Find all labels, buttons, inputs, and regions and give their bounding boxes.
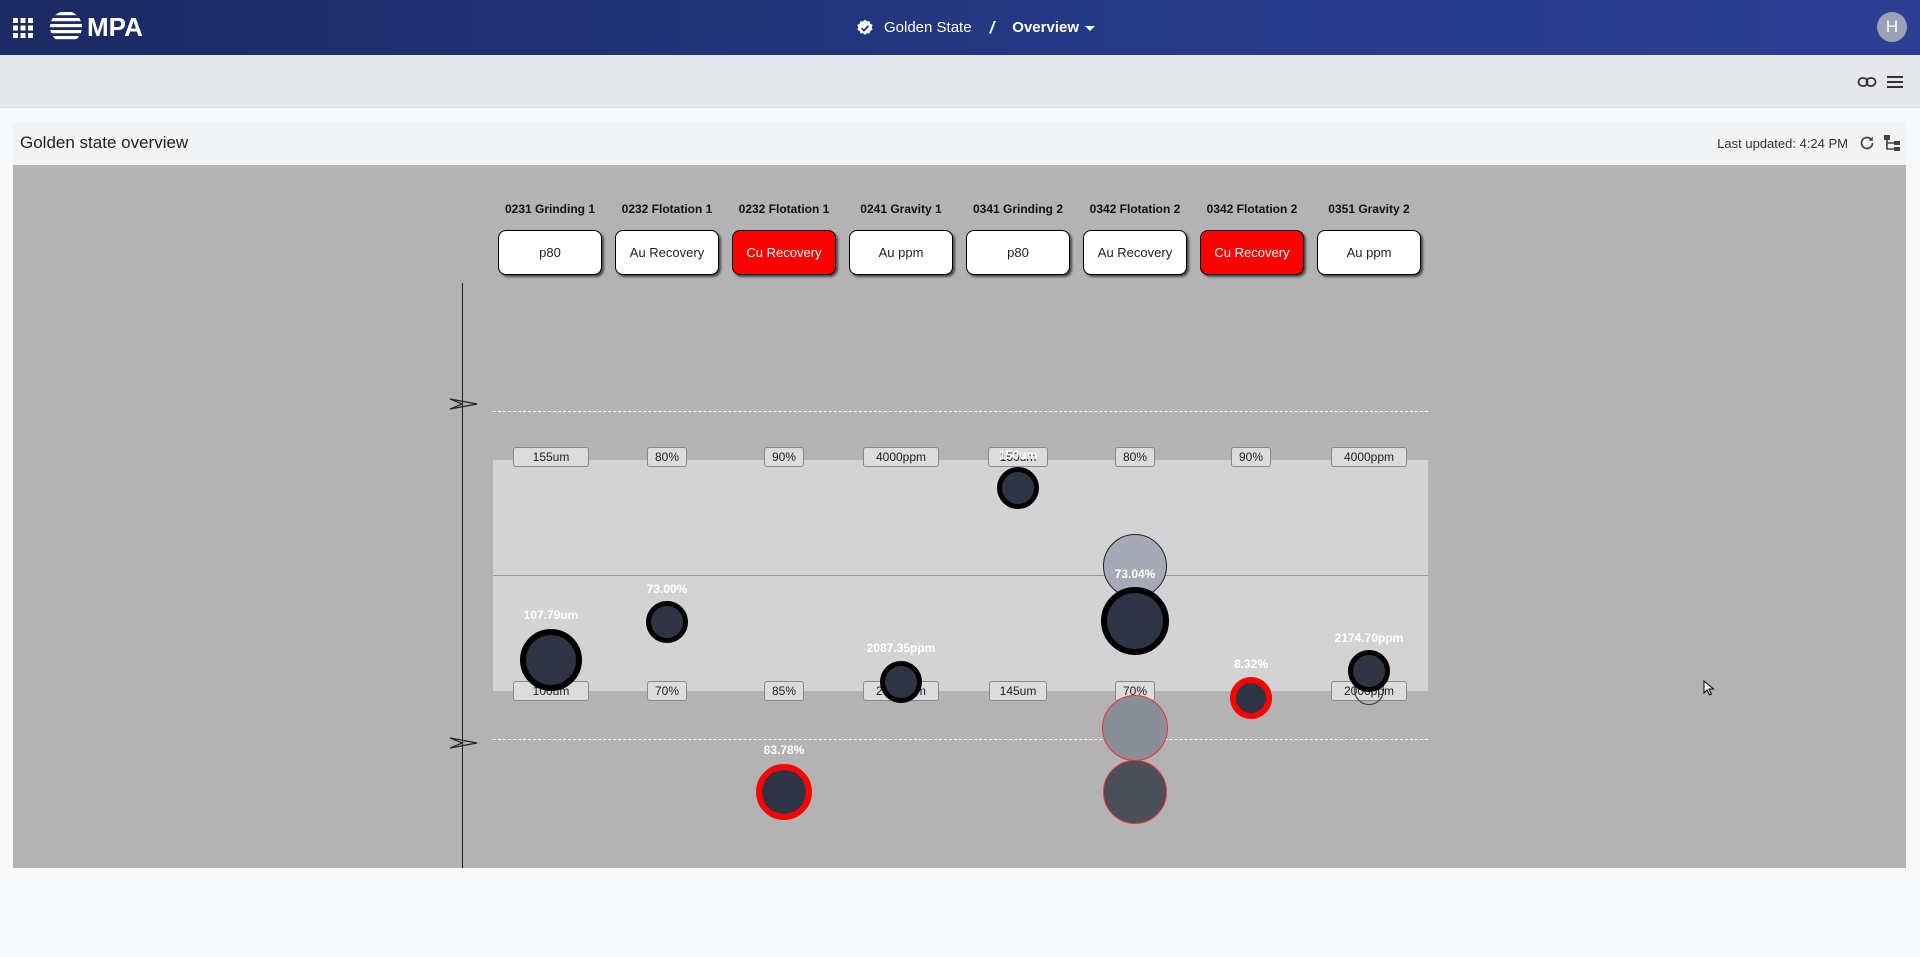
breadcrumb-separator: /	[989, 17, 995, 37]
app-logo[interactable]: MPA	[49, 9, 143, 45]
value-label: 8.32%	[1233, 657, 1269, 671]
upper-limit-label: 80%	[1115, 447, 1155, 467]
upper-limit-label: 80%	[647, 447, 687, 467]
user-avatar[interactable]: H	[1877, 12, 1907, 42]
panel-title: Golden state overview	[20, 133, 189, 152]
ghost-bubble	[1102, 695, 1168, 761]
toolbar	[0, 55, 1920, 108]
value-bubble[interactable]	[1348, 650, 1390, 692]
column-title: 0231 Grinding 1	[504, 202, 596, 216]
lower-limit-label: 70%	[647, 681, 687, 701]
ghost-bubble	[1103, 760, 1167, 824]
upper-limit-label: 90%	[764, 447, 804, 467]
mouse-cursor-icon	[1703, 680, 1715, 696]
value-bubble[interactable]	[1101, 587, 1169, 655]
view-selector[interactable]: Overview	[1012, 19, 1096, 36]
upper-limit-label: 4000ppm	[1331, 447, 1407, 467]
value-label: 2087.35ppm	[866, 641, 936, 655]
kpi-button-alarm[interactable]: Cu Recovery	[732, 230, 836, 275]
link-icon[interactable]	[1857, 72, 1877, 92]
value-label: 2174.70ppm	[1334, 631, 1404, 645]
panel-header: Golden state overview Last updated: 4:24…	[13, 123, 1906, 165]
band-midline	[493, 575, 1428, 576]
kpi-button[interactable]: Au ppm	[849, 230, 953, 275]
upper-limit-label: 4000ppm	[863, 447, 939, 467]
menu-icon[interactable]	[1885, 72, 1905, 92]
apps-grid-icon[interactable]	[12, 17, 34, 39]
logo-text: MPA	[87, 11, 143, 42]
column-title: 0232 Flotation 1	[738, 202, 830, 216]
upper-limit-label: 90%	[1231, 447, 1271, 467]
lower-limit-label: 145um	[989, 681, 1047, 701]
value-label: 83.78%	[763, 743, 805, 757]
value-bubble[interactable]	[880, 661, 922, 703]
kpi-button[interactable]: p80	[966, 230, 1070, 275]
view-selector-label: Overview	[1012, 19, 1080, 36]
column-title: 0351 Gravity 2	[1328, 202, 1410, 216]
value-label: 73.04%	[1114, 567, 1156, 581]
value-bubble[interactable]	[646, 601, 688, 643]
kpi-button[interactable]: p80	[498, 230, 602, 275]
mpa-logo-icon	[50, 12, 82, 40]
column-title: 0342 Flotation 2	[1089, 202, 1181, 216]
verified-badge-icon	[857, 19, 873, 35]
column-title: 0241 Gravity 1	[860, 202, 942, 216]
lower-limit-label: 85%	[764, 681, 804, 701]
value-label: 150um	[998, 448, 1038, 462]
value-bubble-alarm[interactable]	[756, 764, 812, 820]
axis-break-upper	[449, 398, 478, 410]
column-title: 0342 Flotation 2	[1206, 202, 1298, 216]
value-label: 73.00%	[646, 582, 688, 596]
top-bar: MPA Golden State / Overview H	[0, 0, 1920, 55]
breadcrumb-site[interactable]: Golden State	[884, 19, 972, 36]
kpi-button-alarm[interactable]: Cu Recovery	[1200, 230, 1304, 275]
axis-line	[462, 283, 463, 868]
value-bubble[interactable]	[520, 629, 582, 691]
lower-dashed-line	[493, 739, 1428, 740]
kpi-button[interactable]: Au Recovery	[615, 230, 719, 275]
column-title: 0232 Flotation 1	[621, 202, 713, 216]
last-updated-text: Last updated: 4:24 PM	[1717, 136, 1848, 151]
axis-break-lower	[449, 737, 478, 749]
upper-dashed-line	[493, 411, 1428, 412]
breadcrumb: Golden State / Overview	[856, 0, 1096, 55]
value-bubble-alarm[interactable]	[1230, 677, 1272, 719]
kpi-button[interactable]: Au ppm	[1317, 230, 1421, 275]
refresh-icon[interactable]	[1858, 134, 1876, 152]
kpi-button[interactable]: Au Recovery	[1083, 230, 1187, 275]
value-bubble[interactable]	[997, 467, 1039, 509]
tree-view-icon[interactable]	[1882, 133, 1902, 153]
chevron-down-icon	[1085, 25, 1096, 31]
column-title: 0341 Grinding 2	[972, 202, 1064, 216]
value-label: 107.79um	[523, 608, 579, 622]
upper-limit-label: 155um	[513, 447, 589, 467]
